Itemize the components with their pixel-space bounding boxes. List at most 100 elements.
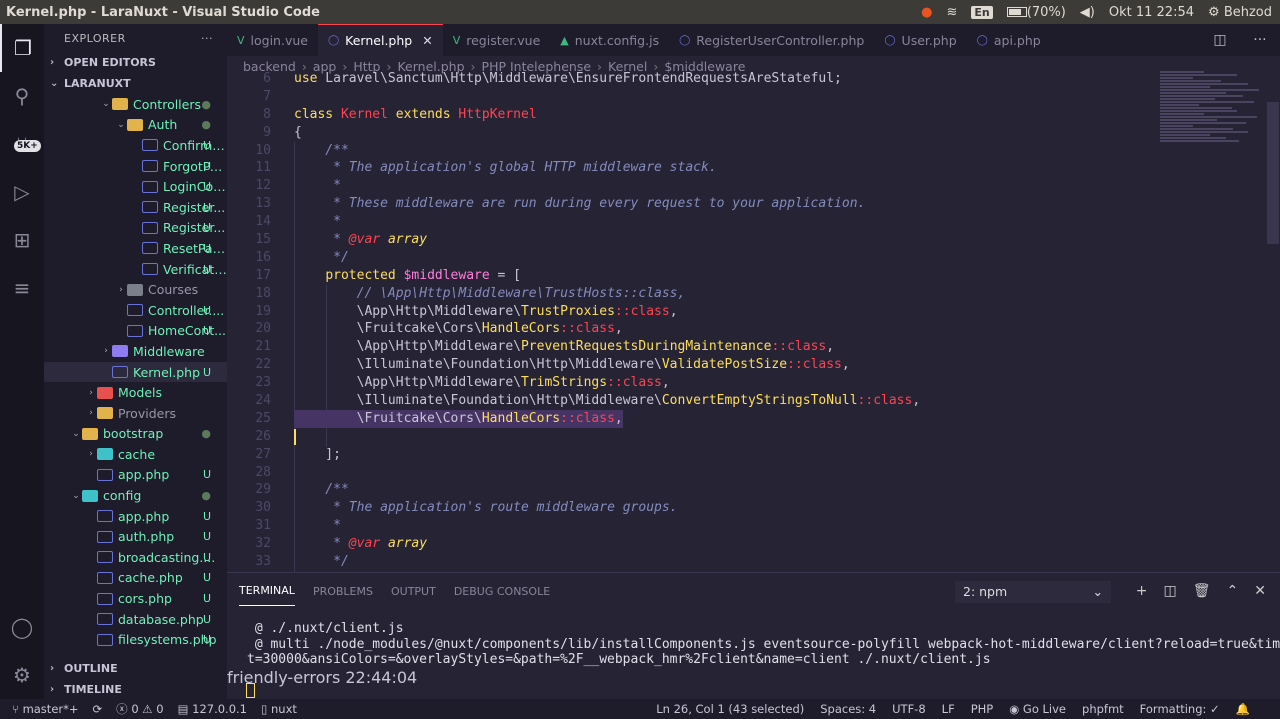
tree-item[interactable]: › Providers bbox=[44, 403, 227, 424]
explorer-icon[interactable]: ❐ bbox=[0, 24, 44, 72]
folder-icon bbox=[97, 407, 113, 420]
php-file-icon bbox=[97, 613, 113, 626]
process-indicator[interactable]: ▯ nuxt bbox=[261, 702, 297, 716]
go-live-button[interactable]: ◉ Go Live bbox=[1009, 702, 1066, 716]
extensions-icon[interactable]: ⊞ bbox=[0, 216, 44, 264]
git-status-marker: U bbox=[202, 633, 211, 647]
outline-section[interactable]: › OUTLINE bbox=[44, 658, 227, 679]
problems-indicator[interactable]: ⓧ 0 ⚠ 0 bbox=[116, 701, 163, 717]
terminal-output[interactable]: @ ./.nuxt/client.js @ multi ./node_modul… bbox=[227, 609, 1280, 668]
code-text: \App\Http\Middleware\PreventRequestsDuri… bbox=[294, 339, 835, 355]
volume-icon[interactable]: ◀) bbox=[1080, 5, 1095, 20]
settings-gear-icon[interactable]: ⚙ bbox=[0, 651, 44, 699]
timeline-section[interactable]: › TIMELINE bbox=[44, 679, 227, 699]
database-icon[interactable]: ≡ bbox=[0, 264, 44, 312]
project-section[interactable]: ⌄ LARANUXT bbox=[44, 73, 227, 94]
tab-register-vue[interactable]: Vregister.vue bbox=[443, 24, 551, 56]
battery-indicator[interactable]: (70%) bbox=[1006, 5, 1066, 20]
tree-item[interactable]: ⌄ bootstrap ● bbox=[44, 424, 227, 445]
language-mode[interactable]: PHP bbox=[971, 702, 994, 716]
tree-item[interactable]: Kernel.php U bbox=[44, 361, 227, 383]
tree-item[interactable]: › cache bbox=[44, 444, 227, 465]
user-menu[interactable]: ⚙ Behzod bbox=[1208, 5, 1272, 20]
tree-item[interactable]: Controller.... U bbox=[44, 300, 227, 321]
close-panel-icon[interactable]: ✕ bbox=[1254, 583, 1266, 599]
tree-item[interactable]: Register... U bbox=[44, 218, 227, 239]
tree-item[interactable]: ForgotPa... U bbox=[44, 156, 227, 177]
more-actions-icon[interactable]: ··· bbox=[201, 32, 213, 45]
tree-item[interactable]: database.php U bbox=[44, 609, 227, 630]
tree-item-label: Middleware bbox=[133, 343, 205, 359]
code-line: 6 use Laravel\Sanctum\Http\Middleware\Ens… bbox=[227, 70, 1267, 88]
tab-nuxt-config-js[interactable]: ▲ nuxt.config.js bbox=[550, 24, 669, 56]
split-editor-icon[interactable]: ◫ bbox=[1213, 32, 1226, 48]
tree-item[interactable]: ⌄ config ● bbox=[44, 485, 227, 506]
panel-tab-output[interactable]: OUTPUT bbox=[391, 585, 436, 598]
host-indicator[interactable]: ▤ 127.0.0.1 bbox=[178, 702, 247, 716]
tree-item[interactable]: › Models bbox=[44, 382, 227, 403]
tab-api-php[interactable]: ◯ api.php bbox=[967, 24, 1051, 56]
panel-tab-debug-console[interactable]: DEBUG CONSOLE bbox=[454, 585, 550, 598]
search-icon[interactable]: ⚲ bbox=[0, 72, 44, 120]
panel-tab-terminal[interactable]: TERMINAL bbox=[239, 576, 295, 606]
terminal-select[interactable]: 2: npm ⌄ bbox=[955, 581, 1111, 603]
cursor-position[interactable]: Ln 26, Col 1 (43 selected) bbox=[656, 702, 804, 716]
tree-item[interactable]: broadcasting.... U bbox=[44, 547, 227, 568]
new-terminal-icon[interactable]: + bbox=[1136, 583, 1148, 599]
tree-item[interactable]: ⌄ Auth ● bbox=[44, 115, 227, 136]
run-debug-icon[interactable]: ▷ bbox=[0, 168, 44, 216]
formatting-status[interactable]: Formatting: ✓ bbox=[1140, 702, 1220, 716]
tree-item[interactable]: app.php U bbox=[44, 506, 227, 527]
wifi-icon[interactable]: ≋ bbox=[946, 5, 957, 20]
language-indicator[interactable]: En bbox=[971, 5, 993, 19]
tree-item[interactable]: cache.php U bbox=[44, 568, 227, 589]
tab-login-vue[interactable]: Vlogin.vue bbox=[227, 24, 318, 56]
trash-icon[interactable]: 🗑 bbox=[1193, 583, 1211, 599]
code-text: \App\Http\Middleware\TrustProxies::class… bbox=[294, 303, 678, 319]
php-file-icon bbox=[142, 180, 158, 193]
end-of-line[interactable]: LF bbox=[942, 702, 955, 716]
tree-item[interactable]: › Courses bbox=[44, 279, 227, 300]
code-editor[interactable]: 6 use Laravel\Sanctum\Http\Middleware\Ens… bbox=[227, 70, 1267, 572]
git-status-marker: U bbox=[202, 571, 211, 585]
tree-item[interactable]: Verificati... U bbox=[44, 259, 227, 280]
tab-user-php[interactable]: ◯ User.php bbox=[874, 24, 966, 56]
encoding[interactable]: UTF-8 bbox=[892, 702, 926, 716]
tree-item[interactable]: HomeCont... U bbox=[44, 321, 227, 342]
maximize-panel-icon[interactable]: ⌃ bbox=[1227, 583, 1239, 599]
tree-item[interactable]: ⌄ Controllers ● bbox=[44, 94, 227, 115]
tree-item[interactable]: cors.php U bbox=[44, 588, 227, 609]
open-editors-section[interactable]: › OPEN EDITORS bbox=[44, 52, 227, 73]
line-number: 8 bbox=[263, 106, 271, 122]
code-line: 11 * The application's global HTTP middl… bbox=[227, 159, 1267, 177]
tree-item[interactable]: LoginCon... U bbox=[44, 176, 227, 197]
update-icon[interactable]: ● bbox=[921, 5, 932, 20]
git-branch[interactable]: ⑂ master*+ bbox=[12, 702, 79, 716]
source-control-icon[interactable]: ⑂5K+ bbox=[0, 120, 44, 168]
php-file-icon bbox=[142, 139, 158, 152]
formatter[interactable]: phpfmt bbox=[1082, 702, 1124, 716]
tab-registerusercontroller-php[interactable]: ◯ RegisterUserController.php bbox=[669, 24, 874, 56]
notifications-icon[interactable]: 🔔 bbox=[1236, 702, 1250, 716]
line-number: 28 bbox=[255, 464, 271, 480]
tree-item[interactable]: Register... U bbox=[44, 197, 227, 218]
code-text: * bbox=[294, 518, 341, 534]
tab-kernel-php[interactable]: ◯ Kernel.php ✕ bbox=[317, 24, 443, 56]
minimap[interactable] bbox=[1160, 70, 1270, 220]
tree-item[interactable]: filesystems.php U bbox=[44, 629, 227, 650]
tree-item[interactable]: app.php U bbox=[44, 465, 227, 486]
close-icon[interactable]: ✕ bbox=[422, 33, 432, 48]
tree-item[interactable]: auth.php U bbox=[44, 526, 227, 547]
clock[interactable]: Okt 11 22:54 bbox=[1109, 5, 1194, 20]
more-icon[interactable]: ··· bbox=[1253, 32, 1266, 48]
tree-item[interactable]: › Middleware bbox=[44, 341, 227, 362]
sync-icon[interactable]: ⟳ bbox=[93, 702, 103, 716]
panel-tab-problems[interactable]: PROBLEMS bbox=[313, 585, 373, 598]
split-terminal-icon[interactable]: ◫ bbox=[1164, 583, 1177, 599]
editor-scrollbar[interactable] bbox=[1267, 102, 1279, 244]
indentation[interactable]: Spaces: 4 bbox=[820, 702, 876, 716]
tree-item[interactable]: ConfirmP... U bbox=[44, 135, 227, 156]
chevron-right-icon: › bbox=[50, 57, 55, 68]
tree-item[interactable]: ResetPas... U bbox=[44, 238, 227, 259]
account-icon[interactable]: ◯ bbox=[0, 603, 44, 651]
